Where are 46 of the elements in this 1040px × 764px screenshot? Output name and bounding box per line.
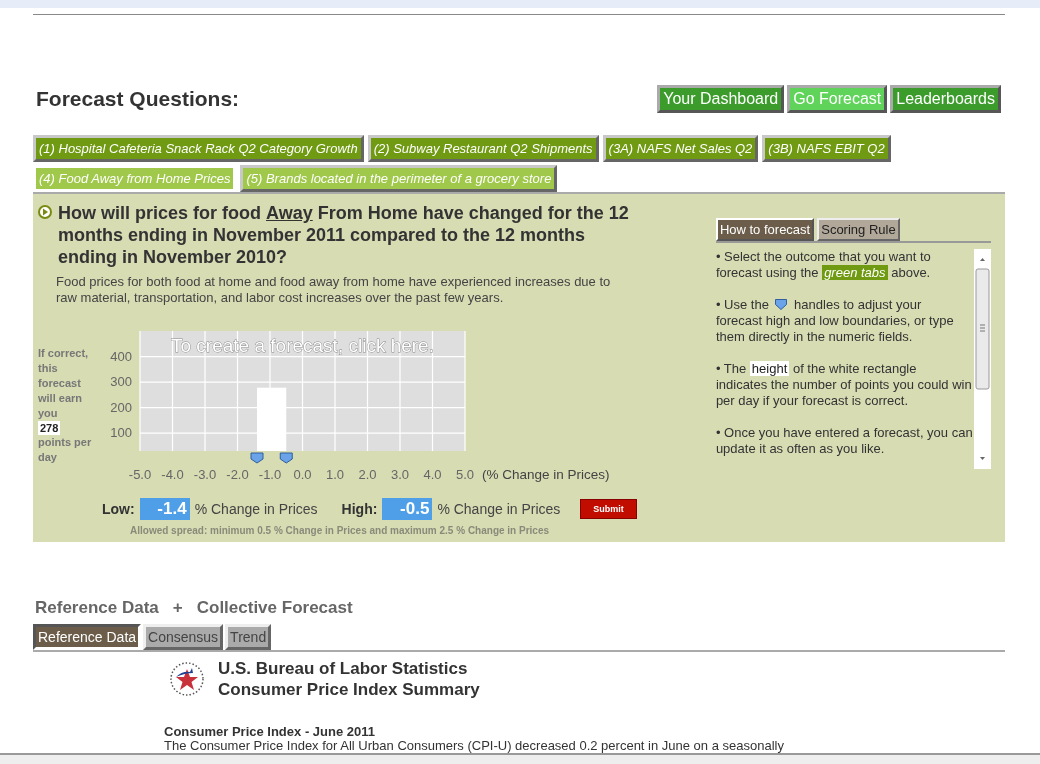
x-tick-label: 1.0 (325, 467, 345, 482)
section-title: Reference Data (35, 598, 159, 618)
y-tick-label: 400 (110, 348, 132, 364)
x-tick-label: -5.0 (128, 467, 152, 482)
question-title: How will prices for food Away From Home have changed for the 12 months ending in November 2011 compared to the 12 months ending in November 2010? (58, 202, 630, 268)
report-subtitle: Consumer Price Index - June 2011 (164, 724, 376, 739)
x-tick-label: 2.0 (358, 467, 377, 482)
y-tick-label: 300 (110, 374, 132, 390)
help-text: • The (715, 361, 747, 376)
y-tick-label: 100 (110, 425, 132, 441)
help-text: • Select the outcome that you want to (715, 249, 932, 265)
x-axis-label: (% Change in Prices) (482, 467, 610, 482)
low-label: Low: (102, 501, 135, 517)
help-text: forecast using the (715, 265, 819, 280)
spread-note: Allowed spread: minimum 0.5 % Change in Prices and maximum 2.5 % Change in Prices (130, 525, 550, 536)
x-tick-label: 5.0 (455, 467, 475, 482)
report-source: U.S. Bureau of Labor Statistics (218, 658, 469, 679)
question-description: Food prices for both food at home and food away from home have experienced increases due to raw material, transportation, and labor cost increases over the past few years. (56, 274, 612, 306)
high-label: High: (341, 501, 378, 517)
help-text: handles to adjust your (794, 297, 922, 312)
x-tick-label: 4.0 (423, 467, 442, 482)
earn-label: points per day (38, 435, 93, 465)
help-text: of the white rectangle (792, 361, 917, 376)
x-tick-label: 3.0 (390, 467, 410, 482)
report-title: Consumer Price Index Summary (218, 679, 480, 700)
y-tick-label: 200 (110, 399, 132, 415)
x-tick-label: -1.0 (258, 467, 282, 482)
report-text: The Consumer Price Index for All Urban Consumers (CPI-U) decreased 0.2 percent in June on a seasonally (164, 739, 785, 753)
help-text: indicates the number of points you could win per day if your forecast is correct. (715, 377, 973, 409)
earn-label: If correct, this forecast will earn you (38, 346, 90, 421)
page-heading: Forecast Questions: (36, 87, 240, 111)
highlighted-word: height (749, 361, 790, 376)
x-tick-label: -2.0 (226, 467, 249, 482)
points-value: 278 (38, 421, 61, 435)
help-text: forecast high and low boundaries, or type them directly in the numeric fields. (715, 313, 955, 345)
x-tick-label: 0.0 (293, 467, 312, 482)
plus-sign: + (172, 598, 183, 618)
help-text: • Use the (715, 297, 769, 312)
help-text: above. (891, 265, 931, 280)
help-text: • Once you have entered a forecast, you can update it as often as you like. (715, 425, 974, 457)
unit-label: % Change in Prices (437, 501, 561, 517)
x-tick-label: -3.0 (193, 467, 217, 482)
unit-label: % Change in Prices (194, 501, 318, 517)
highlighted-word: green tabs (822, 265, 888, 280)
x-tick-label: -4.0 (161, 467, 184, 482)
section-title: Collective Forecast (196, 598, 353, 618)
